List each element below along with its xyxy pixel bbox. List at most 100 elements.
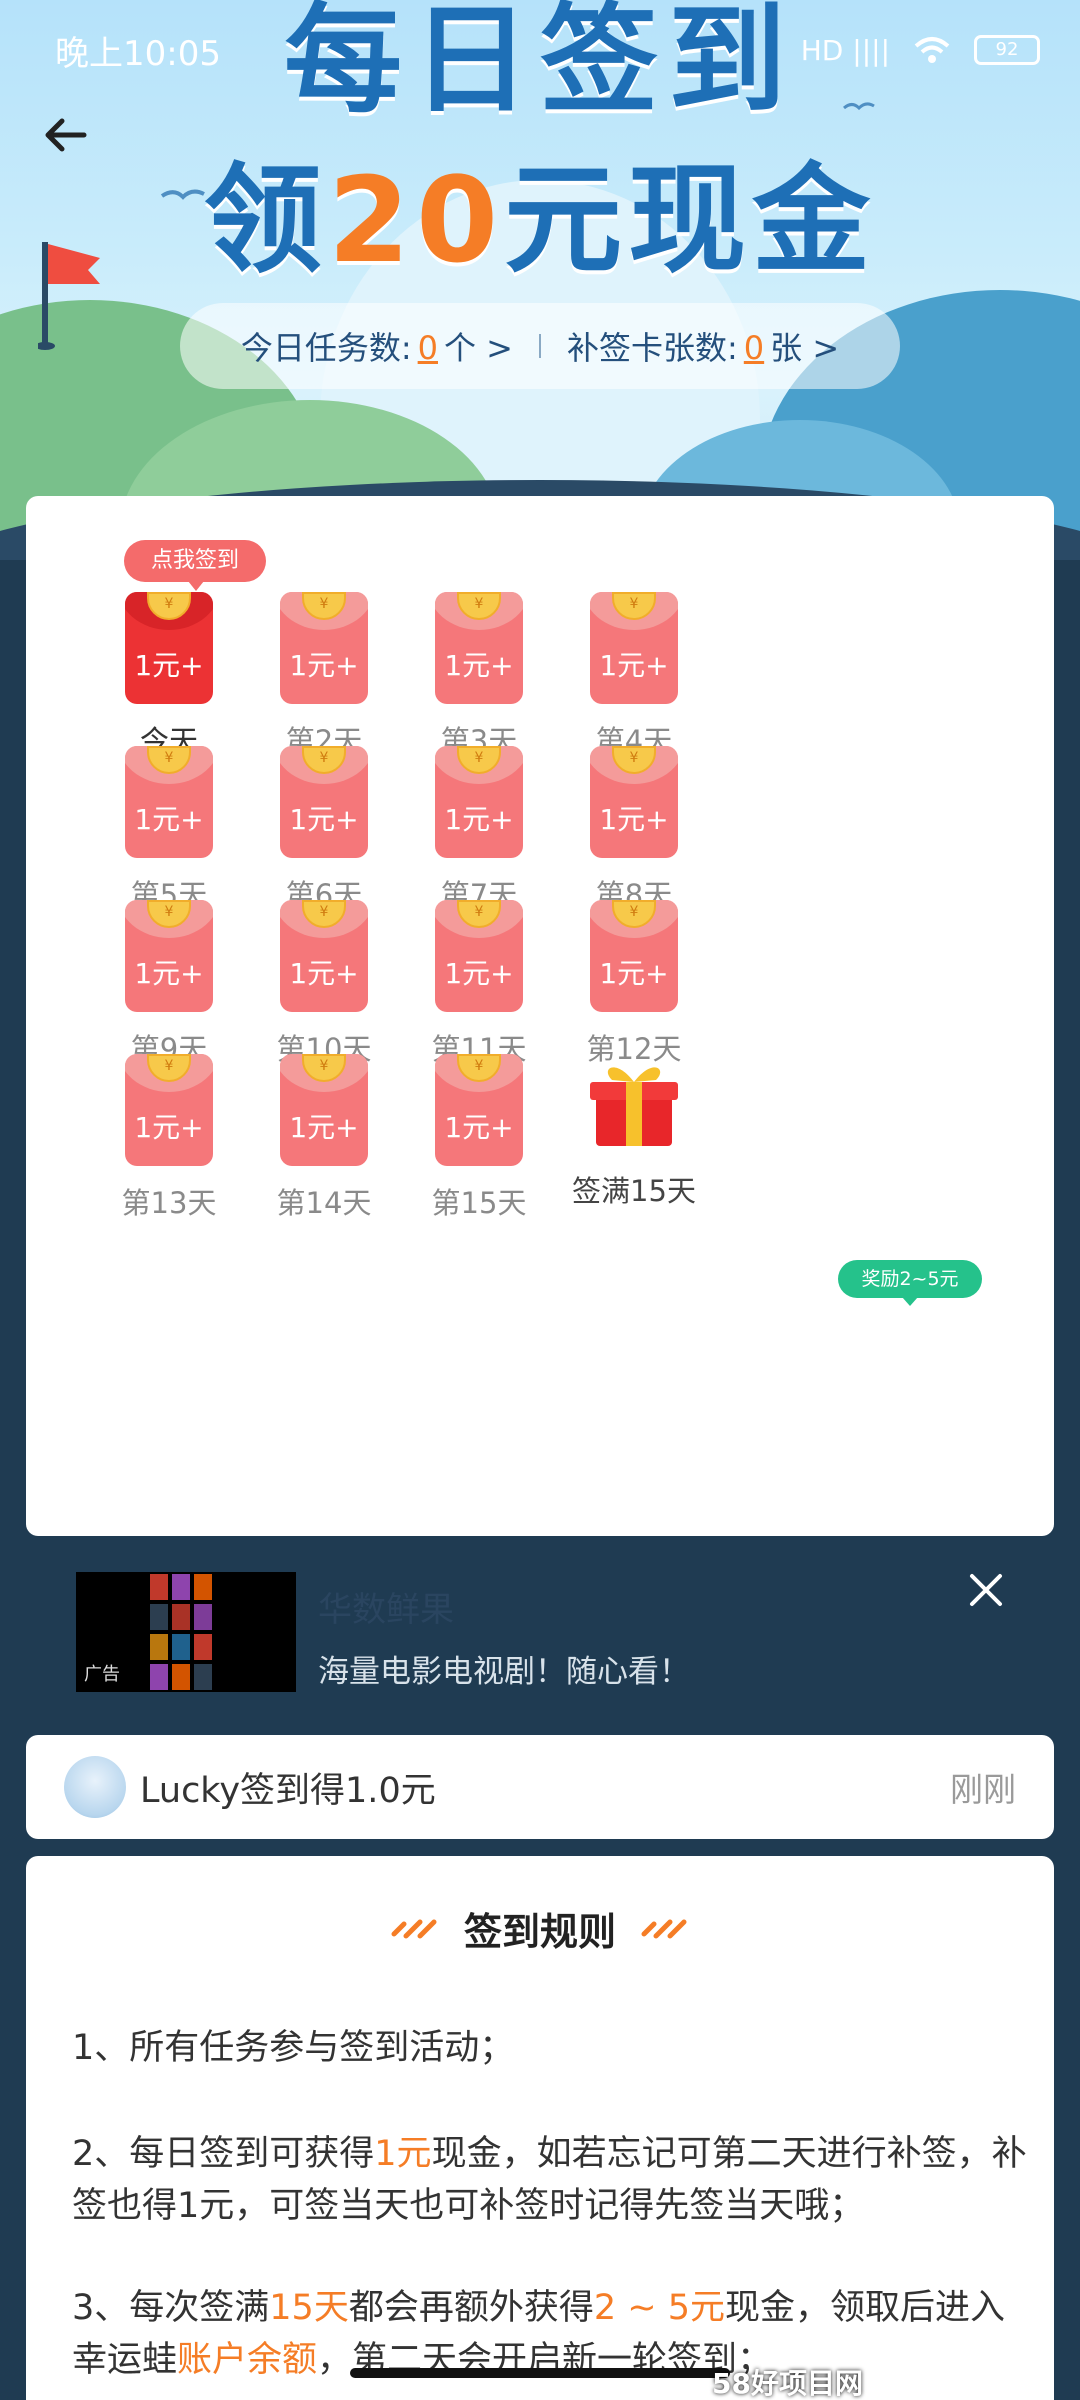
- gift-box-icon: [590, 1067, 678, 1146]
- rule-text: 3、每次签满: [72, 2288, 270, 2328]
- rules-title: 签到规则: [463, 1909, 616, 1954]
- divider: [539, 334, 541, 358]
- ad-description: 海量电影电视剧！随心看！: [318, 1654, 690, 1690]
- envelope-amount: 1元+: [134, 803, 204, 836]
- red-envelope-icon: ¥1元+: [125, 900, 213, 1012]
- red-envelope-icon: ¥1元+: [125, 592, 213, 704]
- rule-text: 2、每日签到可获得: [72, 2134, 375, 2174]
- title-prefix: 领: [203, 151, 328, 289]
- envelope-amount: 1元+: [134, 1111, 204, 1144]
- poster-thumbnail: [194, 1574, 212, 1600]
- envelope-amount: 1元+: [444, 649, 514, 682]
- task-count-link[interactable]: 今日任务数: 0 个 >: [241, 323, 513, 369]
- envelope-amount: 1元+: [444, 957, 514, 990]
- bonus-tag: 奖励2~5元: [838, 1260, 982, 1306]
- title-suffix: 元现金: [504, 151, 877, 289]
- envelope-amount: 1元+: [289, 649, 359, 682]
- red-envelope-icon: ¥1元+: [435, 592, 523, 704]
- envelope-amount: 1元+: [444, 803, 514, 836]
- page-title-line2: 领20元现金: [0, 150, 1080, 290]
- rule-highlight: 15天: [269, 2288, 349, 2328]
- feed-time: 刚刚: [950, 1770, 1016, 1809]
- poster-thumbnail: [194, 1604, 212, 1630]
- signin-day-cell[interactable]: ¥1元+ 第13天: [89, 1054, 249, 1254]
- signin-day-cell[interactable]: ¥1元+ 第14天: [244, 1054, 404, 1254]
- poster-thumbnail: [150, 1664, 168, 1690]
- rule-highlight: 1元: [374, 2134, 432, 2174]
- ad-thumbnail: 广告: [76, 1572, 296, 1692]
- poster-thumbnail: [150, 1634, 168, 1660]
- envelope-amount: 1元+: [599, 957, 669, 990]
- red-envelope-icon: ¥1元+: [125, 746, 213, 858]
- ad-banner[interactable]: 广告 华数鲜果 海量电影电视剧！随心看！: [0, 1540, 1080, 1710]
- envelope-amount: 1元+: [599, 649, 669, 682]
- signal-icon: HD ||||: [800, 33, 890, 67]
- envelope-amount: 1元+: [289, 1111, 359, 1144]
- rule-highlight: 账户余额: [177, 2340, 318, 2380]
- makeup-card-unit: 张 >: [770, 329, 840, 367]
- envelope-amount: 1元+: [599, 803, 669, 836]
- poster-thumbnail: [150, 1574, 168, 1600]
- avatar: [64, 1756, 126, 1818]
- day-label: 第15天: [431, 1186, 527, 1220]
- envelope-amount: 1元+: [444, 1111, 514, 1144]
- rule-text: 都会再额外获得: [348, 2288, 594, 2328]
- red-envelope-icon: ¥1元+: [280, 592, 368, 704]
- task-count-value: 0: [417, 329, 438, 367]
- home-indicator[interactable]: [350, 2368, 730, 2378]
- ad-title: 华数鲜果: [318, 1590, 454, 1630]
- rule-2: 2、每日签到可获得1元现金，如若忘记可第二天进行补签，补签也得1元，可签当天也可…: [72, 2128, 1032, 2232]
- counts-pill: 今日任务数: 0 个 > 补签卡张数: 0 张 >: [180, 303, 900, 389]
- poster-thumbnail: [172, 1634, 190, 1660]
- status-time: 晚上10:05: [55, 33, 221, 74]
- rules-card: 签到规则 1、所有任务参与签到活动； 2、每日签到可获得1元现金，如若忘记可第二…: [26, 1856, 1054, 2400]
- envelope-amount: 1元+: [289, 803, 359, 836]
- makeup-card-value: 0: [743, 329, 765, 367]
- feed-text: Lucky签到得1.0元: [140, 1770, 436, 1811]
- status-icons: HD |||| 92: [801, 34, 1040, 67]
- poster-thumbnail: [172, 1574, 190, 1600]
- red-envelope-icon: ¥1元+: [435, 900, 523, 1012]
- envelope-amount: 1元+: [289, 957, 359, 990]
- envelope-amount: 1元+: [134, 957, 204, 990]
- close-icon[interactable]: [968, 1572, 1004, 1608]
- task-count-unit: 个 >: [444, 329, 513, 367]
- signin-grid-card: ¥1元+ 今天 ¥1元+ 第2天 ¥1元+ 第3天 ¥1元+ 第4天 ¥1元+ 第5天 ¥1元+ 第6…: [26, 496, 1054, 1536]
- title-amount: 20: [327, 151, 505, 289]
- red-envelope-icon: ¥1元+: [280, 900, 368, 1012]
- red-envelope-icon: ¥1元+: [590, 592, 678, 704]
- red-envelope-icon: ¥1元+: [590, 746, 678, 858]
- signin-now-tag[interactable]: 点我签到: [124, 540, 266, 591]
- signin-grid: ¥1元+ 今天 ¥1元+ 第2天 ¥1元+ 第3天 ¥1元+ 第4天 ¥1元+ 第5天 ¥1元+ 第6…: [26, 496, 1054, 1536]
- battery-icon: 92: [974, 35, 1040, 65]
- makeup-card-label: 补签卡张数:: [567, 329, 738, 367]
- red-envelope-icon: ¥1元+: [280, 746, 368, 858]
- bonus-day-label: 签满15天: [572, 1174, 696, 1208]
- envelope-amount: 1元+: [134, 649, 204, 682]
- decoration-icon: [391, 1919, 437, 1939]
- poster-thumbnail: [172, 1664, 190, 1690]
- task-count-label: 今日任务数:: [240, 329, 412, 367]
- rules-header: 签到规则: [26, 1898, 1054, 1958]
- decoration-icon: [641, 1919, 687, 1939]
- signin-day-cell[interactable]: ¥1元+ 第15天: [399, 1054, 559, 1254]
- watermark: 58好项目网www.58hxm.com: [712, 2367, 863, 2400]
- poster-thumbnail: [172, 1604, 190, 1630]
- signin-feed-item: Lucky签到得1.0元 刚刚: [26, 1735, 1054, 1839]
- bonus-gift-cell[interactable]: 签满15天: [554, 1054, 714, 1254]
- poster-thumbnail: [194, 1634, 212, 1660]
- red-envelope-icon: ¥1元+: [280, 1054, 368, 1166]
- red-envelope-icon: ¥1元+: [435, 1054, 523, 1166]
- flag-icon: [38, 242, 100, 350]
- rule-highlight: 2 ~ 5元: [593, 2288, 725, 2328]
- wifi-icon: [914, 37, 950, 63]
- makeup-card-link[interactable]: 补签卡张数: 0 张 >: [567, 323, 839, 369]
- back-arrow-icon[interactable]: [38, 105, 98, 165]
- status-bar: 晚上10:05 HD |||| 92: [0, 0, 1080, 100]
- ad-badge: 广告: [84, 1664, 120, 1685]
- red-envelope-icon: ¥1元+: [435, 746, 523, 858]
- poster-thumbnail: [194, 1664, 212, 1690]
- rule-1: 1、所有任务参与签到活动；: [72, 2028, 515, 2068]
- poster-thumbnail: [150, 1604, 168, 1630]
- red-envelope-icon: ¥1元+: [590, 900, 678, 1012]
